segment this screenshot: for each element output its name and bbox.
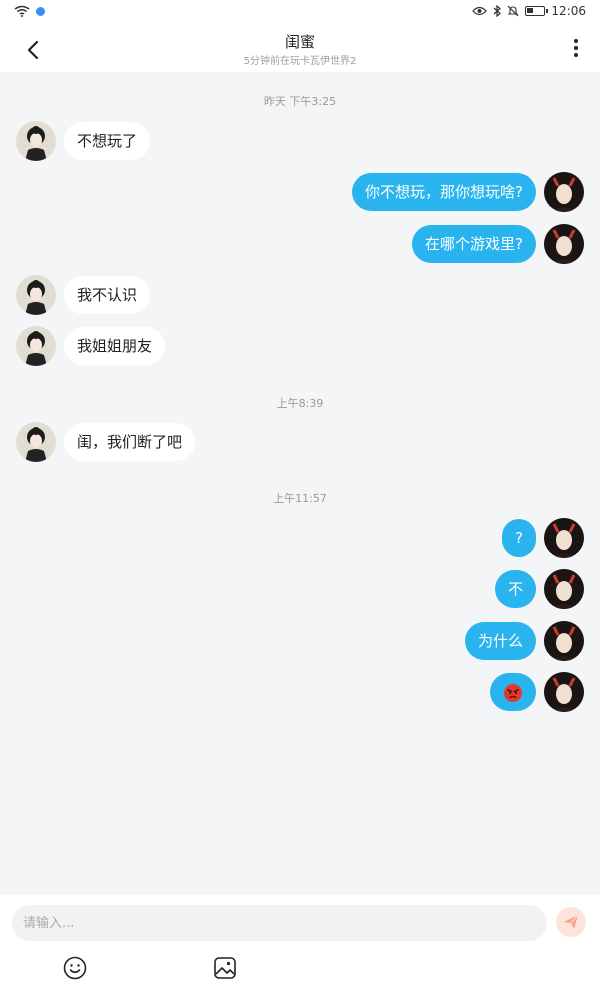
avatar[interactable] — [544, 672, 584, 712]
wifi-icon — [14, 5, 30, 17]
message-row-outgoing: 为什么 — [0, 621, 600, 661]
message-bubble[interactable]: 不想玩了 — [64, 122, 151, 160]
message-bubble[interactable]: 我不认识 — [64, 276, 151, 314]
message-row-outgoing: 不 — [0, 569, 600, 609]
message-bubble[interactable]: 你不想玩，那你想玩啥? — [352, 173, 536, 211]
timestamp: 昨天 下午3:25 — [263, 95, 337, 108]
avatar[interactable] — [544, 621, 584, 661]
message-bubble[interactable]: 为什么 — [464, 622, 536, 660]
notification-dot-icon — [36, 6, 45, 16]
avatar[interactable] — [16, 326, 56, 366]
message-row-incoming: 不想玩了 — [0, 121, 600, 161]
status-bar: 12:06 — [0, 0, 600, 26]
send-button[interactable] — [556, 907, 586, 937]
message-bubble[interactable]: 我姐姐朋友 — [64, 327, 166, 365]
message-row-incoming: 我不认识 — [0, 275, 600, 315]
message-row-outgoing: 你不想玩，那你想玩啥? — [0, 172, 600, 212]
avatar[interactable] — [544, 224, 584, 264]
avatar[interactable] — [544, 518, 584, 558]
message-row-incoming: 我姐姐朋友 — [0, 326, 600, 366]
timestamp: 上午11:57 — [273, 492, 327, 505]
mute-bell-icon — [507, 5, 519, 17]
message-row-incoming: 闺，我们断了吧 — [0, 422, 600, 462]
message-bubble[interactable]: ? — [502, 519, 536, 557]
avatar[interactable] — [16, 422, 56, 462]
angry-face-emoji — [504, 683, 522, 702]
message-row-outgoing: 在哪个游戏里? — [0, 224, 600, 264]
status-time: 12:06 — [551, 4, 586, 18]
avatar[interactable] — [16, 121, 56, 161]
message-bubble[interactable]: 闺，我们断了吧 — [64, 423, 196, 461]
chat-subtitle: 5分钟前在玩卡瓦伊世界2 — [243, 56, 357, 67]
more-vertical-icon[interactable] — [566, 36, 586, 62]
message-row-outgoing: ? — [0, 518, 600, 558]
timestamp: 上午8:39 — [276, 397, 324, 410]
message-bubble[interactable]: 不 — [494, 570, 536, 608]
avatar[interactable] — [16, 275, 56, 315]
message-input[interactable] — [12, 905, 547, 941]
message-bubble[interactable] — [490, 673, 536, 711]
send-icon — [564, 914, 579, 929]
chat-title: 闺蜜 — [284, 33, 315, 51]
avatar[interactable] — [544, 569, 584, 609]
bluetooth-icon — [494, 5, 502, 17]
message-bubble[interactable]: 在哪个游戏里? — [412, 225, 536, 263]
composer — [0, 895, 600, 1000]
message-row-outgoing — [0, 672, 600, 712]
eye-icon — [472, 6, 488, 16]
chat-header: 闺蜜 5分钟前在玩卡瓦伊世界2 — [0, 26, 600, 72]
image-icon[interactable] — [212, 955, 238, 981]
smiley-icon[interactable] — [62, 955, 88, 981]
avatar[interactable] — [544, 172, 584, 212]
battery-icon — [525, 6, 549, 16]
